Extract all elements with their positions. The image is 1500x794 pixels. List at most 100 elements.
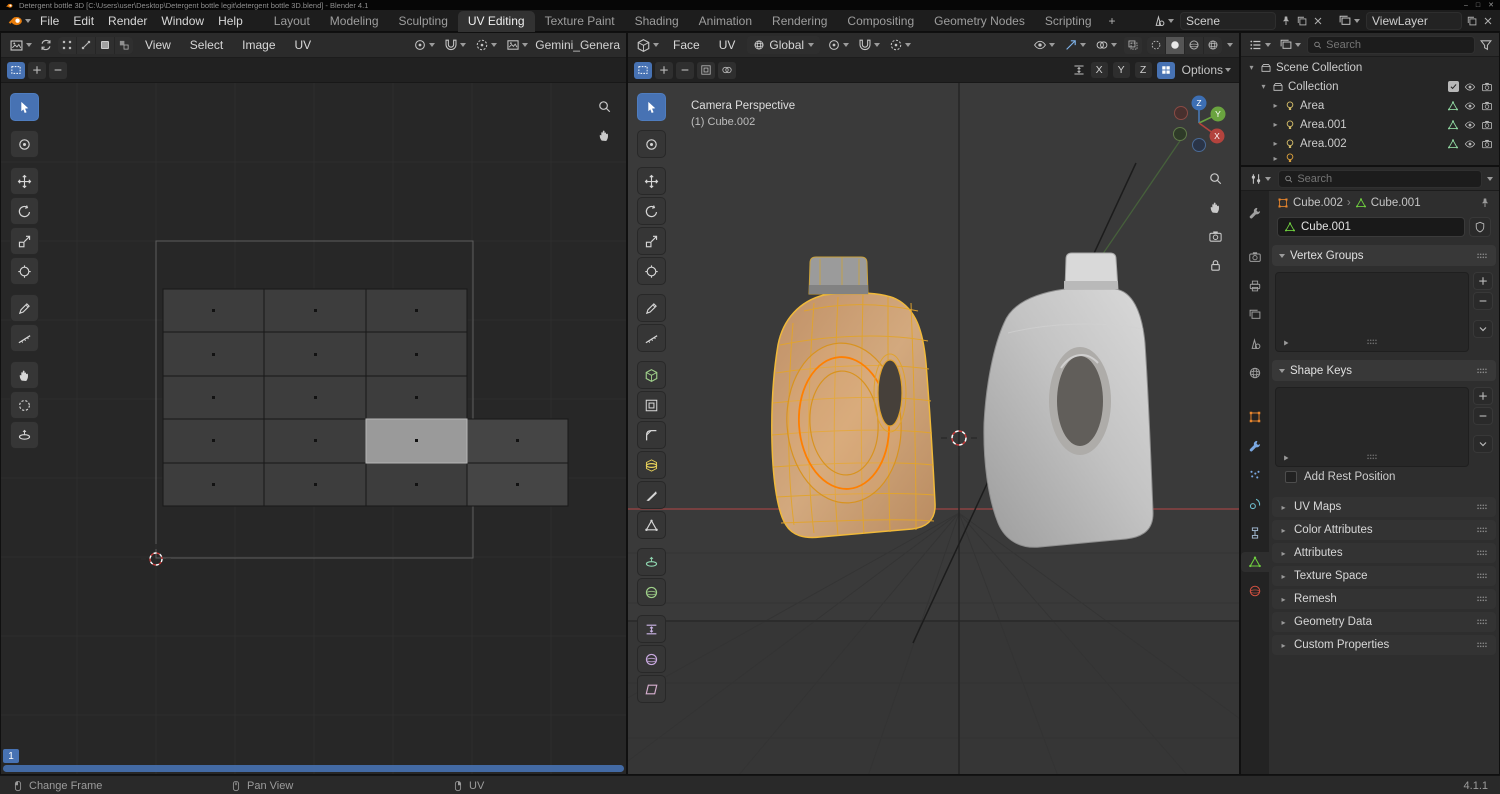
tab-sculpting[interactable]: Sculpting <box>389 11 458 32</box>
expand-icon[interactable]: ▸ <box>1271 139 1280 148</box>
tab-rendering[interactable]: Rendering <box>762 11 837 32</box>
transform-tool[interactable] <box>637 257 666 285</box>
menu-help[interactable]: Help <box>211 12 250 30</box>
pan-hand-icon[interactable] <box>1208 200 1223 215</box>
pan-hand-icon[interactable] <box>597 128 612 143</box>
shear-tool[interactable] <box>637 675 666 703</box>
grab-tool[interactable] <box>10 361 39 389</box>
tab-world[interactable] <box>1243 363 1267 383</box>
move-tool[interactable] <box>10 167 39 195</box>
viewlayer-browse-button[interactable] <box>1336 13 1362 29</box>
gizmos-dropdown[interactable] <box>1062 37 1088 53</box>
add-vertex-group-button[interactable] <box>1473 272 1493 290</box>
outliner-row-collection[interactable]: ▾ Collection <box>1247 77 1497 96</box>
properties-search-input[interactable] <box>1297 172 1476 185</box>
render-camera-icon[interactable] <box>1481 138 1493 150</box>
shape-keys-list[interactable] <box>1275 387 1469 467</box>
zoom-icon[interactable] <box>1208 171 1223 186</box>
breadcrumb-object[interactable]: Cube.002 <box>1293 197 1343 209</box>
menu-edit[interactable]: Edit <box>66 12 101 30</box>
tab-modeling[interactable]: Modeling <box>320 11 389 32</box>
navigation-gizmo[interactable]: Z Y X <box>1167 91 1231 155</box>
panel-shape-keys-header[interactable]: Shape Keys <box>1272 360 1496 381</box>
tab-scripting[interactable]: Scripting <box>1035 11 1102 32</box>
outliner-row-clipped[interactable]: ▸ <box>1247 153 1497 163</box>
transform-tool[interactable] <box>10 257 39 285</box>
uv-pivot-button[interactable] <box>411 37 437 53</box>
panel-color-attributes[interactable]: ▸ Color Attributes <box>1272 520 1496 540</box>
rotate-tool[interactable] <box>637 197 666 225</box>
hide-eye-icon[interactable] <box>1464 81 1476 93</box>
add-workspace-button[interactable]: + <box>1102 11 1123 32</box>
hide-eye-icon[interactable] <box>1464 100 1476 112</box>
panel-geometry-data[interactable]: ▸ Geometry Data <box>1272 612 1496 632</box>
editor-type-button[interactable] <box>7 37 34 54</box>
tab-material[interactable] <box>1243 581 1267 601</box>
uv-select-subtract-button[interactable] <box>49 61 67 79</box>
select-box-tool[interactable] <box>637 93 666 121</box>
outliner-row-light[interactable]: ▸ Area <box>1247 96 1497 115</box>
shading-rendered-button[interactable] <box>1204 36 1222 54</box>
hide-eye-icon[interactable] <box>1464 138 1476 150</box>
menu-render[interactable]: Render <box>101 12 154 30</box>
loop-cut-tool[interactable] <box>637 451 666 479</box>
tab-layout[interactable]: Layout <box>264 11 320 32</box>
xray-toggle[interactable] <box>1124 36 1142 54</box>
display-mode-button[interactable] <box>1277 37 1303 53</box>
properties-search[interactable] <box>1278 169 1482 188</box>
outliner-row-light[interactable]: ▸ Area.002 <box>1247 134 1497 153</box>
tab-output[interactable] <box>1243 276 1267 296</box>
uv-vertex-mode-button[interactable] <box>58 36 76 54</box>
spin-tool[interactable] <box>637 548 666 576</box>
tweak-tool[interactable] <box>10 93 39 121</box>
outliner-search-input[interactable] <box>1326 38 1469 51</box>
blender-menu-button[interactable] <box>6 12 33 29</box>
uv-edge-mode-button[interactable] <box>77 36 95 54</box>
drag-grip-icon[interactable] <box>1475 569 1489 583</box>
drag-grip-icon[interactable] <box>1475 615 1489 629</box>
uv-face-mode-button[interactable] <box>96 36 114 54</box>
extrude-region-tool[interactable] <box>637 361 666 389</box>
remove-shape-key-button[interactable] <box>1473 407 1493 425</box>
uv-canvas[interactable]: 1 <box>1 83 626 774</box>
chevron-down-icon[interactable] <box>1227 43 1233 47</box>
editor-type-button[interactable] <box>634 37 661 54</box>
drag-grip-icon[interactable] <box>1475 638 1489 652</box>
viewlayer-name-field[interactable]: ViewLayer <box>1366 11 1462 30</box>
panel-vertex-groups-header[interactable]: Vertex Groups <box>1272 245 1496 266</box>
new-viewlayer-icon[interactable] <box>1466 15 1478 27</box>
outliner-row-light[interactable]: ▸ Area.001 <box>1247 115 1497 134</box>
tab-modifiers[interactable] <box>1243 436 1267 456</box>
tab-particles[interactable] <box>1243 465 1267 485</box>
pin-icon[interactable] <box>1479 197 1491 209</box>
tab-constraints[interactable] <box>1243 523 1267 543</box>
panel-attributes[interactable]: ▸ Attributes <box>1272 543 1496 563</box>
outliner-search[interactable] <box>1307 35 1475 54</box>
uv-select-extend-button[interactable] <box>28 61 46 79</box>
cursor-tool[interactable] <box>10 130 39 158</box>
delete-scene-icon[interactable] <box>1312 15 1324 27</box>
uv-proportional-button[interactable] <box>473 37 499 53</box>
overlays-dropdown[interactable] <box>1093 37 1119 53</box>
mirror-z-toggle[interactable]: Z <box>1134 62 1152 78</box>
data-name-field[interactable]: Cube.001 <box>1277 217 1465 237</box>
tab-physics[interactable] <box>1243 494 1267 514</box>
pin-icon[interactable] <box>1280 15 1292 27</box>
drag-grip-icon[interactable] <box>1475 592 1489 606</box>
hide-eye-icon[interactable] <box>1464 119 1476 131</box>
drag-grip-icon[interactable] <box>1475 523 1489 537</box>
vp-proportional-button[interactable] <box>887 37 913 53</box>
tab-view-layer[interactable] <box>1243 305 1267 325</box>
tab-object[interactable] <box>1243 407 1267 427</box>
measure-tool[interactable] <box>637 324 666 352</box>
viewport-canvas[interactable]: Camera Perspective (1) Cube.002 Z Y X <box>628 83 1239 774</box>
bevel-tool[interactable] <box>637 421 666 449</box>
vp-select-intersect-button[interactable] <box>718 61 736 79</box>
list-filter-icon[interactable] <box>1281 338 1291 348</box>
render-camera-icon[interactable] <box>1481 81 1493 93</box>
uv-menu-view[interactable]: View <box>138 36 178 54</box>
minimize-button[interactable]: – <box>1464 2 1468 9</box>
vp-menu-uv[interactable]: UV <box>712 36 743 54</box>
vp-snap-button[interactable] <box>856 37 882 53</box>
poly-build-tool[interactable] <box>637 511 666 539</box>
